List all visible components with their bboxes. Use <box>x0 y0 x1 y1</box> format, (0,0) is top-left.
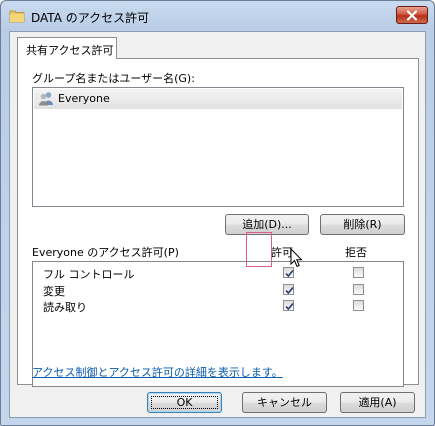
highlight-box <box>246 232 272 267</box>
apply-button[interactable]: 適用(A) <box>340 392 415 413</box>
deny-header: 拒否 <box>345 246 367 259</box>
allow-checkbox-read[interactable] <box>283 300 294 311</box>
permissions-label: Everyone のアクセス許可(P) <box>32 246 179 259</box>
cancel-button[interactable]: キャンセル <box>242 392 327 413</box>
dialog-client: 共有アクセス許可 グループ名またはユーザー名(G): Everyone 追加(D… <box>9 31 426 418</box>
allow-checkbox-full-control[interactable] <box>283 267 294 278</box>
permissions-dialog: DATA のアクセス許可 共有アクセス許可 グループ名またはユーザー名(G): <box>0 0 435 426</box>
window-title: DATA のアクセス許可 <box>31 11 150 25</box>
deny-checkbox-full-control[interactable] <box>353 267 364 278</box>
title-bar[interactable]: DATA のアクセス許可 <box>1 1 434 31</box>
permission-name: 読み取り <box>43 301 87 314</box>
deny-checkbox-read[interactable] <box>353 300 364 311</box>
focus-rectangle <box>151 396 218 409</box>
close-button[interactable] <box>396 6 428 24</box>
group-list[interactable]: Everyone <box>32 87 404 207</box>
tab-panel: グループ名またはユーザー名(G): Everyone 追加(D)... 削除(R… <box>17 58 419 387</box>
check-icon <box>285 269 294 278</box>
permission-row-full-control: フル コントロール <box>34 265 402 281</box>
user-name: Everyone <box>58 92 110 105</box>
check-icon <box>285 286 294 295</box>
tab-share-permissions[interactable]: 共有アクセス許可 <box>17 37 117 59</box>
deny-checkbox-modify[interactable] <box>353 284 364 295</box>
close-icon <box>406 10 418 21</box>
remove-button[interactable]: 削除(R) <box>320 214 405 235</box>
permission-name: 変更 <box>43 285 65 298</box>
help-link[interactable]: アクセス制御とアクセス許可の詳細を表示します。 <box>32 364 283 380</box>
mouse-cursor-icon <box>290 248 303 268</box>
tab-label: 共有アクセス許可 <box>26 44 114 57</box>
check-icon <box>285 302 294 311</box>
list-item[interactable]: Everyone <box>34 89 402 109</box>
ok-button[interactable]: OK <box>147 392 222 413</box>
permission-row-modify: 変更 <box>34 282 402 298</box>
permission-name: フル コントロール <box>43 268 135 281</box>
folder-icon <box>9 10 25 23</box>
allow-checkbox-modify[interactable] <box>283 284 294 295</box>
permission-row-read: 読み取り <box>34 298 402 314</box>
group-list-label: グループ名またはユーザー名(G): <box>32 72 195 85</box>
user-group-icon <box>39 92 53 106</box>
